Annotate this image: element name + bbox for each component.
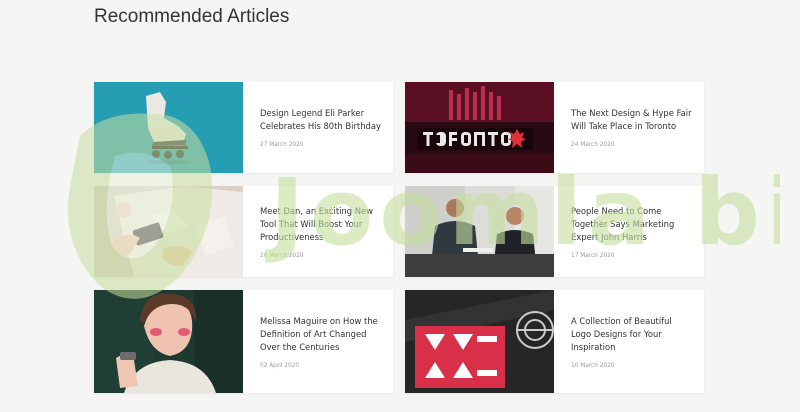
article-date: 10 March 2020 <box>571 362 615 369</box>
article-body: People Need to Come Together Says Market… <box>554 186 704 277</box>
article-body: The Next Design & Hype Fair Will Take Pl… <box>554 82 704 173</box>
article-card[interactable]: The Next Design & Hype Fair Will Take Pl… <box>405 82 704 173</box>
section-title: Recommended Articles <box>94 6 290 27</box>
article-thumbnail[interactable] <box>405 290 554 393</box>
article-body: Melissa Maguire on How the Definition of… <box>243 290 393 393</box>
article-thumbnail[interactable] <box>94 290 243 393</box>
article-body: Meet Dan, an Exciting New Tool That Will… <box>243 186 393 277</box>
article-title[interactable]: Melissa Maguire on How the Definition of… <box>260 315 383 354</box>
article-card[interactable]: People Need to Come Together Says Market… <box>405 186 704 277</box>
article-card[interactable]: Melissa Maguire on How the Definition of… <box>94 290 393 393</box>
article-title[interactable]: Meet Dan, an Exciting New Tool That Will… <box>260 205 383 244</box>
article-body: A Collection of Beautiful Logo Designs f… <box>554 290 704 393</box>
article-body: Design Legend Eli Parker Celebrates His … <box>243 82 393 173</box>
article-title[interactable]: A Collection of Beautiful Logo Designs f… <box>571 315 694 354</box>
article-thumbnail[interactable] <box>94 186 243 277</box>
article-title[interactable]: Design Legend Eli Parker Celebrates His … <box>260 107 383 133</box>
article-card[interactable]: Design Legend Eli Parker Celebrates His … <box>94 82 393 173</box>
article-date: 17 March 2020 <box>571 252 615 259</box>
article-thumbnail[interactable] <box>94 82 243 173</box>
article-date: 27 March 2020 <box>260 142 304 148</box>
article-card[interactable]: Meet Dan, an Exciting New Tool That Will… <box>94 186 393 277</box>
article-date: 02 April 2020 <box>260 362 300 369</box>
article-date: 24 March 2020 <box>571 142 615 148</box>
article-title[interactable]: The Next Design & Hype Fair Will Take Pl… <box>571 107 694 133</box>
article-card[interactable]: A Collection of Beautiful Logo Designs f… <box>405 290 704 393</box>
article-thumbnail[interactable] <box>405 186 554 277</box>
article-thumbnail[interactable] <box>405 82 554 173</box>
article-title[interactable]: People Need to Come Together Says Market… <box>571 205 694 244</box>
articles-grid: Design Legend Eli Parker Celebrates His … <box>94 82 704 393</box>
article-date: 20 March 2020 <box>260 252 304 259</box>
